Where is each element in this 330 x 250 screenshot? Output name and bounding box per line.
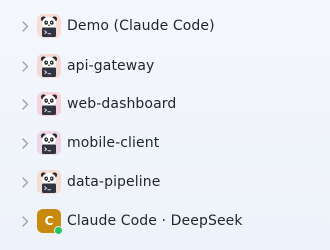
session-item-label: mobile-client	[67, 135, 160, 151]
panda-terminal-icon	[37, 170, 61, 194]
chevron-right-icon[interactable]	[20, 60, 30, 72]
chevron-right-icon[interactable]	[20, 20, 30, 32]
session-list: Demo (Claude Code) api-gateway web-dashb…	[0, 0, 330, 250]
session-item-web-dashboard[interactable]: web-dashboard	[0, 86, 330, 122]
avatar-letter: C	[44, 214, 54, 228]
session-item-claude-deepseek[interactable]: C Claude Code · DeepSeek	[0, 203, 330, 239]
chevron-right-icon[interactable]	[20, 98, 30, 110]
panda-terminal-icon	[37, 92, 61, 116]
session-item-label: Demo (Claude Code)	[67, 18, 215, 34]
panda-terminal-icon	[37, 14, 61, 38]
session-item-label: web-dashboard	[67, 96, 177, 112]
panda-terminal-icon	[37, 131, 61, 155]
session-item-mobile-client[interactable]: mobile-client	[0, 125, 330, 161]
session-item-api-gateway[interactable]: api-gateway	[0, 48, 330, 84]
panda-terminal-icon	[37, 54, 61, 78]
session-item-data-pipeline[interactable]: data-pipeline	[0, 164, 330, 200]
chevron-right-icon[interactable]	[20, 176, 30, 188]
session-item-demo[interactable]: Demo (Claude Code)	[0, 8, 330, 44]
chevron-right-icon[interactable]	[20, 137, 30, 149]
chevron-right-icon[interactable]	[20, 215, 30, 227]
online-status-dot	[54, 226, 63, 235]
session-item-label: Claude Code · DeepSeek	[67, 213, 243, 229]
letter-avatar-icon: C	[37, 209, 63, 235]
session-item-label: api-gateway	[67, 58, 155, 74]
session-item-label: data-pipeline	[67, 174, 161, 190]
